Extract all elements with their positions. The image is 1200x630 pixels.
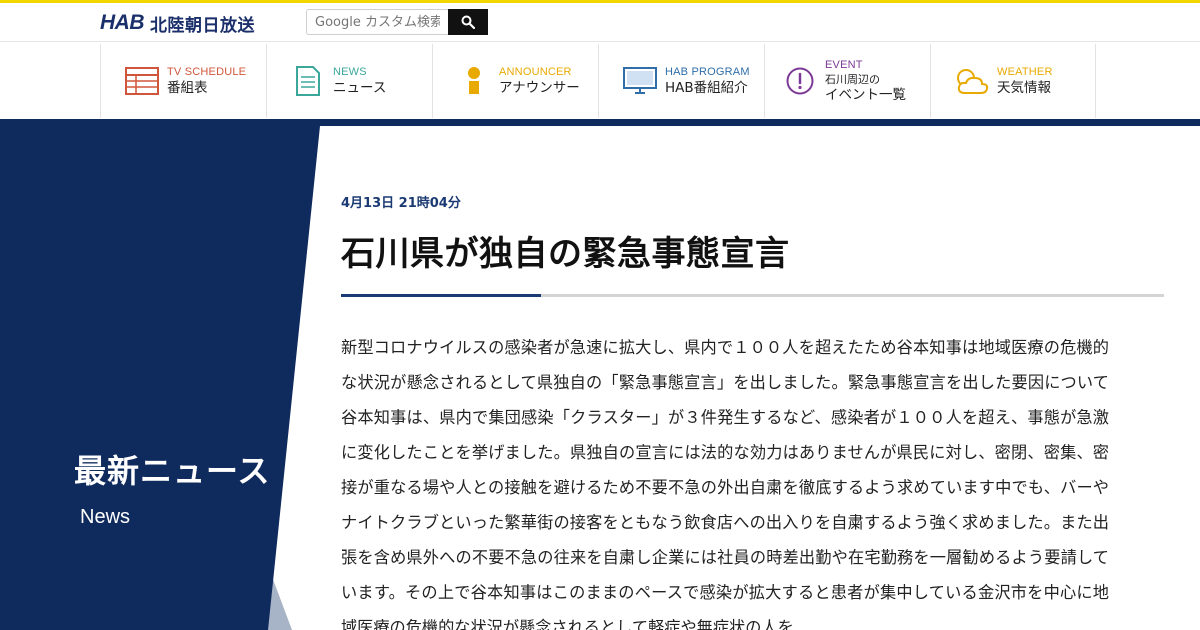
banner-shape — [0, 126, 320, 630]
nav-label-en: TV SCHEDULE — [167, 65, 247, 78]
main-nav-bar: TV SCHEDULE 番組表 NEWS ニュース ANNOUNCER アナウン… — [0, 41, 1200, 119]
nav-item-news[interactable]: NEWS ニュース — [266, 44, 432, 118]
nav-item-hab-program[interactable]: HAB PROGRAM HAB番組紹介 — [598, 44, 764, 118]
nav-label-en: NEWS — [333, 65, 367, 78]
monitor-icon — [621, 64, 659, 98]
nav-item-announcer[interactable]: ANNOUNCER アナウンサー — [432, 44, 598, 118]
tv-schedule-icon — [123, 64, 161, 98]
event-icon — [781, 64, 819, 98]
site-logo[interactable]: HAB 北陸朝日放送 — [100, 11, 255, 36]
nav-label-jp-line2: イベント一覧 — [825, 86, 906, 103]
logo-name: 北陸朝日放送 — [150, 15, 255, 36]
weather-icon — [953, 64, 991, 98]
nav-item-event[interactable]: EVENT 石川周辺の イベント一覧 — [764, 44, 930, 118]
search-button[interactable] — [448, 9, 488, 35]
nav-label-en: ANNOUNCER — [499, 65, 572, 78]
article-body: 新型コロナウイルスの感染者が急速に拡大し、県内で１００人を超えたため谷本知事は地… — [341, 338, 1109, 630]
nav-label-en: WEATHER — [997, 65, 1053, 78]
nav-item-tv-schedule[interactable]: TV SCHEDULE 番組表 — [100, 44, 266, 118]
nav-item-weather[interactable]: WEATHER 天気情報 — [930, 44, 1096, 118]
section-title: 最新ニュース — [74, 452, 271, 490]
site-search — [306, 9, 488, 35]
section-subtitle: News — [80, 506, 131, 528]
site-header: HAB 北陸朝日放送 — [0, 3, 1200, 41]
search-input[interactable] — [306, 9, 448, 35]
nav-label-jp: 石川周辺の — [825, 72, 880, 86]
nav-label-en: EVENT — [825, 58, 863, 71]
nav-label-jp: HAB番組紹介 — [665, 79, 748, 96]
news-icon — [289, 64, 327, 98]
nav-label-en: HAB PROGRAM — [665, 65, 750, 78]
section-divider-band — [0, 119, 1200, 126]
search-icon — [461, 15, 475, 29]
nav-label-jp: 天気情報 — [997, 79, 1051, 96]
article-date: 4月13日 21時04分 — [341, 196, 461, 211]
main-nav: TV SCHEDULE 番組表 NEWS ニュース ANNOUNCER アナウン… — [100, 44, 1096, 118]
nav-label-jp: アナウンサー — [499, 79, 580, 96]
announcer-icon — [455, 64, 493, 98]
nav-label-jp: 番組表 — [167, 79, 208, 96]
article-headline: 石川県が独自の緊急事態宣言 — [341, 234, 790, 274]
headline-rule-accent — [341, 294, 541, 297]
logo-mark: HAB — [100, 11, 145, 34]
section-banner: 最新ニュース News — [0, 126, 330, 630]
nav-label-jp: ニュース — [333, 79, 387, 96]
